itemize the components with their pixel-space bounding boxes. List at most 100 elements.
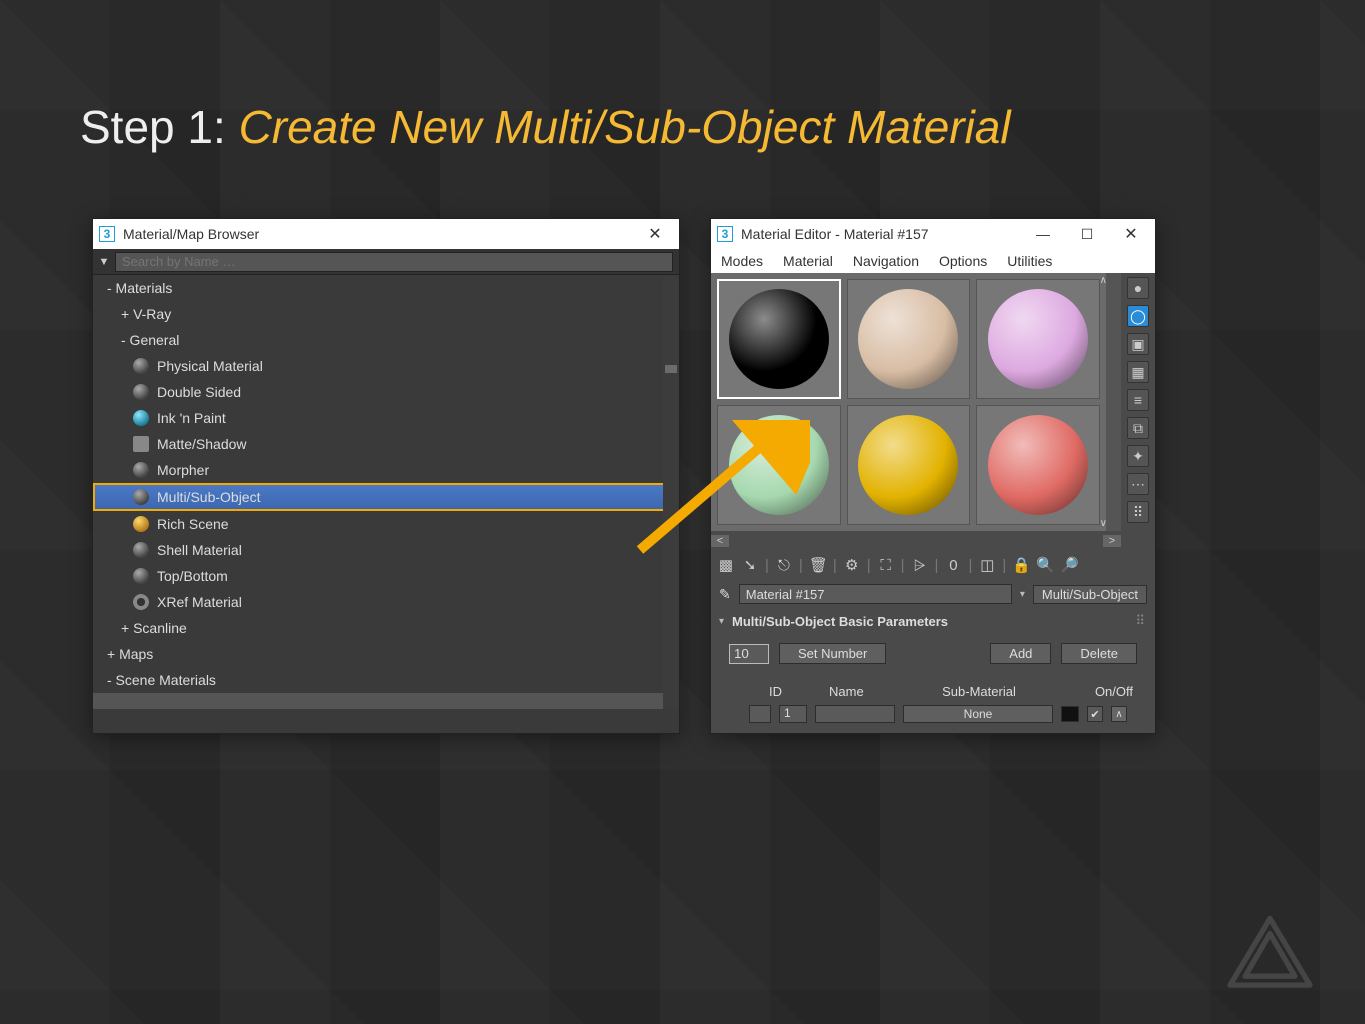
background-icon[interactable]: ▦ [1127,361,1149,383]
item-top-bottom[interactable]: Top/Bottom [93,563,679,589]
toolbar-button-icon[interactable]: 🗑 [809,556,827,574]
delete-button[interactable]: Delete [1061,643,1137,664]
row-color-swatch[interactable] [1061,706,1079,722]
row-scroll-up-icon[interactable]: ∧ [1111,706,1127,722]
sphere-icon [988,289,1088,389]
browser-title: Material/Map Browser [123,226,259,242]
toolbar-button-icon[interactable]: 🔎 [1060,556,1078,574]
toolbar-button-icon[interactable]: 0 [944,557,962,574]
group-maps[interactable]: + Maps [93,641,679,667]
rollout-header[interactable]: ▾ Multi/Sub-Object Basic Parameters ⠿ [711,609,1155,633]
menu-modes[interactable]: Modes [721,253,763,269]
scroll-down-icon[interactable]: ∨ [1100,518,1107,529]
sample-slot-1[interactable] [717,279,841,399]
sample-slot-4[interactable] [717,405,841,525]
sample-slot-3[interactable] [976,279,1100,399]
material-type-button[interactable]: Multi/Sub-Object [1033,585,1147,604]
row-swatch[interactable] [749,705,771,723]
maximize-icon[interactable]: ☐ [1069,226,1105,243]
item-ink-n-paint[interactable]: Ink 'n Paint [93,405,679,431]
group-scene-materials[interactable]: - Scene Materials [93,667,679,693]
material-ball-icon [133,489,149,505]
material-ball-icon [133,358,149,374]
close-icon[interactable]: ✕ [637,224,673,244]
scrollbar-thumb[interactable] [665,365,677,373]
group-materials[interactable]: - Materials [93,275,679,301]
editor-toolbar: ▩➘|⎋|🗑|⚙|⛶|⩥|0|◫|🔒🔍🔎 [711,551,1155,579]
item-shell-material[interactable]: Shell Material [93,537,679,563]
separator: | [901,557,905,574]
chevron-down-icon[interactable]: ▼ [93,256,115,268]
step-name: Create New Multi/Sub-Object Material [239,101,1011,153]
select-by-material-icon[interactable]: ⠿ [1127,501,1149,523]
options-icon[interactable]: ⋯ [1127,473,1149,495]
col-onoff: On/Off [1095,684,1133,699]
sample-hscroll[interactable]: < > [711,531,1121,551]
minimize-icon[interactable]: — [1025,226,1061,242]
toolbar-button-icon[interactable]: ⚙ [843,556,861,574]
material-map-browser-window: 3 Material/Map Browser ✕ ▼ - Materials +… [92,218,680,734]
row-id[interactable]: 1 [779,705,807,723]
menu-material[interactable]: Material [783,253,833,269]
row-name-input[interactable] [815,705,895,723]
menu-navigation[interactable]: Navigation [853,253,919,269]
make-preview-icon[interactable]: ✦ [1127,445,1149,467]
video-check-icon[interactable]: ⧉ [1127,417,1149,439]
material-name-input[interactable] [739,584,1012,604]
material-ball-icon [133,568,149,584]
sphere-icon [858,289,958,389]
col-id: ID [769,684,799,699]
grip-icon[interactable]: ⠿ [1135,613,1147,629]
item-matte-shadow[interactable]: Matte/Shadow [93,431,679,457]
empty-row [93,693,679,709]
scroll-right-icon[interactable]: > [1103,535,1121,547]
tree-scrollbar[interactable] [663,275,679,709]
row-onoff-checkbox[interactable]: ✔ [1087,706,1103,722]
scroll-left-icon[interactable]: < [711,535,729,547]
toolbar-button-icon[interactable]: ⛶ [877,557,895,574]
menu-options[interactable]: Options [939,253,987,269]
toolbar-button-icon[interactable]: ◫ [978,556,996,574]
separator: | [1002,557,1006,574]
menu-utilities[interactable]: Utilities [1007,253,1052,269]
sample-slot-6[interactable] [976,405,1100,525]
close-icon[interactable]: ✕ [1113,224,1149,244]
item-multi-sub-object[interactable]: Multi/Sub-Object [93,483,679,511]
toolbar-button-icon[interactable]: ⎋ [775,557,793,574]
material-ball-icon [133,516,149,532]
item-morpher[interactable]: Morpher [93,457,679,483]
uv-tiling-icon[interactable]: ≡ [1127,389,1149,411]
item-rich-scene[interactable]: Rich Scene [93,511,679,537]
toolbar-button-icon[interactable]: ▩ [717,556,735,574]
set-number-button[interactable]: Set Number [779,643,886,664]
group-scanline[interactable]: + Scanline [93,615,679,641]
browser-titlebar[interactable]: 3 Material/Map Browser ✕ [93,219,679,249]
toolbar-button-icon[interactable]: ⩥ [911,557,929,574]
add-button[interactable]: Add [990,643,1051,664]
set-number-input[interactable] [729,644,769,664]
brand-logo-icon [1225,914,1315,994]
item-physical-material[interactable]: Physical Material [93,353,679,379]
group-vray[interactable]: + V-Ray [93,301,679,327]
sample-type-icon[interactable]: ◯ [1127,305,1149,327]
editor-titlebar[interactable]: 3 Material Editor - Material #157 — ☐ ✕ [711,219,1155,249]
pick-material-icon[interactable]: ✎ [719,586,731,603]
chevron-down-icon[interactable]: ▾ [1020,589,1025,600]
sample-sphere-icon[interactable]: ● [1127,277,1149,299]
search-input[interactable] [115,252,673,272]
scroll-up-icon[interactable]: ∧ [1100,275,1107,286]
item-double-sided[interactable]: Double Sided [93,379,679,405]
sample-slot-2[interactable] [847,279,971,399]
group-general[interactable]: - General [93,327,679,353]
backlight-icon[interactable]: ▣ [1127,333,1149,355]
toolbar-button-icon[interactable]: 🔍 [1036,556,1054,574]
material-ring-icon [133,594,149,610]
sample-slot-5[interactable] [847,405,971,525]
toolbar-button-icon[interactable]: 🔒 [1012,556,1030,574]
item-xref-material[interactable]: XRef Material [93,589,679,615]
submat-table-header: ID Name Sub-Material On/Off [729,684,1137,705]
toolbar-button-icon[interactable]: ➘ [741,556,759,574]
row-submaterial-button[interactable]: None [903,705,1053,723]
app-icon: 3 [717,226,733,242]
sphere-icon [729,289,829,389]
